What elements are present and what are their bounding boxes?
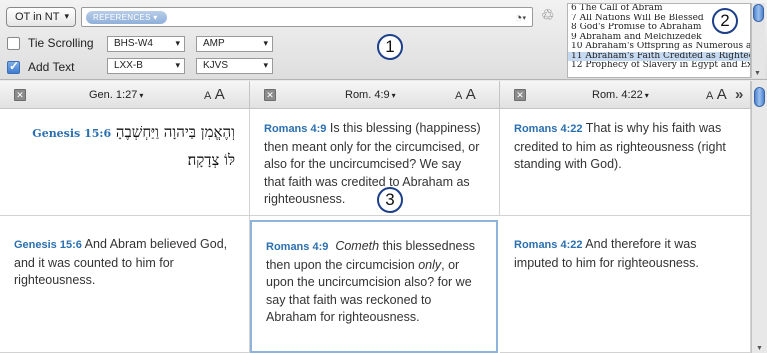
- font-size-control[interactable]: A A: [455, 86, 476, 103]
- version-select-3[interactable]: LXX-B ▾: [107, 58, 185, 74]
- scroll-down-icon[interactable]: ▼: [754, 70, 761, 77]
- verse-reference-select[interactable]: Rom. 4:9 ▾: [345, 89, 396, 101]
- scrollbar-thumb[interactable]: [754, 87, 765, 107]
- more-panes-icon[interactable]: »: [735, 86, 743, 103]
- parallel-panes: ✕ Gen. 1:27 ▾ A A ✕ Rom. 4:9 ▾ A A ✕ Rom. …: [0, 81, 751, 353]
- hebrew-line-2: לּוֹ צְדָקָה׃: [187, 151, 235, 169]
- font-size-control[interactable]: A A: [706, 86, 727, 103]
- scroll-down-icon[interactable]: ▼: [756, 345, 763, 352]
- tie-scrolling-row[interactable]: Tie Scrolling: [7, 35, 94, 51]
- close-icon[interactable]: ✕: [264, 89, 276, 101]
- verse-ref-link[interactable]: Genesis 15:6: [32, 127, 111, 140]
- chevron-down-icon: ▾: [139, 91, 144, 100]
- font-larger-button[interactable]: A: [215, 86, 225, 103]
- callout-badge-1: 1: [377, 34, 403, 60]
- add-text-label: Add Text: [28, 60, 75, 74]
- font-smaller-button[interactable]: A: [706, 90, 713, 102]
- version-select-1[interactable]: BHS-W4 ▾: [107, 36, 185, 52]
- callout-badge-2: 2: [712, 8, 738, 34]
- version-select-1-value: BHS-W4: [114, 38, 153, 49]
- add-text-checkbox[interactable]: [7, 59, 20, 74]
- version-select-2[interactable]: AMP ▾: [196, 36, 273, 52]
- version-select-2-value: AMP: [203, 38, 225, 49]
- pane-header-3: ✕ Rom. 4:22 ▾ A A: [500, 81, 751, 109]
- outline-item-selected[interactable]: 11 Abraham's Faith Credited as Righteou: [568, 51, 750, 61]
- text-cell: Romans 4:22 That is why his faith was cr…: [500, 109, 751, 216]
- hebrew-line-1: וְהֶאֱמִן בַּיהוָה וַיַּחְשְׁבֶהָ Genesi…: [14, 119, 235, 147]
- verse-reference-label: Rom. 4:22: [592, 89, 643, 101]
- chevron-down-icon: ▾: [175, 38, 180, 48]
- chevron-down-icon: ▾: [644, 91, 649, 100]
- outline-item[interactable]: 10 Abraham's Offspring as Numerous as: [568, 42, 750, 52]
- text-cell: Genesis 15:6 And Abram believed God, and…: [0, 216, 250, 353]
- version-select-4-value: KJVS: [203, 60, 229, 71]
- chevron-down-icon: ▾: [391, 91, 396, 100]
- chevron-down-icon: ▾: [175, 60, 180, 70]
- scrollbar-thumb[interactable]: [753, 4, 764, 22]
- verse-ref-link[interactable]: Romans 4:9: [264, 123, 326, 135]
- text-cell: Romans 4:9 Is this blessing (happiness) …: [250, 109, 500, 216]
- verse-ref-link[interactable]: Romans 4:22: [514, 123, 582, 135]
- verse-ref-link[interactable]: Romans 4:9: [266, 241, 328, 253]
- chevron-down-icon: ▾: [263, 38, 268, 48]
- references-pill[interactable]: REFERENCES ▾: [86, 11, 167, 24]
- font-larger-button[interactable]: A: [466, 86, 476, 103]
- text-cell: Romans 4:22 And therefore it was imputed…: [500, 216, 751, 353]
- font-smaller-button[interactable]: A: [204, 90, 211, 102]
- verse-ref-link[interactable]: Romans 4:22: [514, 239, 582, 251]
- hebrew-text: וְהֶאֱמִן בַּיהוָה וַיַּחְשְׁבֶהָ Genesi…: [14, 119, 235, 173]
- verse-reference-select[interactable]: Gen. 1:27 ▾: [89, 89, 143, 101]
- main-scrollbar[interactable]: ▼: [751, 81, 767, 353]
- recycle-icon[interactable]: ♲: [541, 6, 554, 24]
- verse-text-italic: only: [418, 257, 442, 272]
- font-larger-button[interactable]: A: [717, 86, 727, 103]
- verse-ref-link[interactable]: Genesis 15:6: [14, 239, 82, 251]
- close-icon[interactable]: ✕: [14, 89, 26, 101]
- font-size-control[interactable]: A A: [204, 86, 225, 103]
- hebrew-words: וְהֶאֱמִן בַּיהוָה וַיַּחְשְׁבֶהָ: [115, 123, 235, 141]
- verse-reference-label: Rom. 4:9: [345, 89, 390, 101]
- history-clock-icon[interactable]: ◔▾: [515, 10, 526, 25]
- version-select-4[interactable]: KJVS ▾: [196, 58, 273, 74]
- verse-text-italic: Cometh: [335, 239, 380, 253]
- close-icon[interactable]: ✕: [514, 89, 526, 101]
- add-text-row[interactable]: Add Text: [7, 59, 74, 75]
- version-select-3-value: LXX-B: [114, 60, 143, 71]
- search-toolbar: OT in NT ▾ REFERENCES ▾ ◔▾ ♲ Tie Scrolli…: [0, 0, 767, 80]
- font-smaller-button[interactable]: A: [455, 90, 462, 102]
- outline-scrollbar[interactable]: ▼: [751, 3, 765, 78]
- scope-select-value: OT in NT: [15, 11, 60, 23]
- outline-item[interactable]: 12 Prophecy of Slavery in Egypt and Exod: [568, 61, 750, 71]
- tie-scrolling-label: Tie Scrolling: [28, 36, 94, 50]
- pane-header-2: ✕ Rom. 4:9 ▾ A A: [250, 81, 500, 109]
- verse-reference-select[interactable]: Rom. 4:22 ▾: [592, 89, 649, 101]
- scope-select[interactable]: OT in NT ▾: [6, 7, 76, 27]
- text-cell: וְהֶאֱמִן בַּיהוָה וַיַּחְשְׁבֶהָ Genesi…: [0, 109, 250, 216]
- text-cell-focused[interactable]: Romans 4:9 Cometh this blessedness then …: [250, 220, 498, 353]
- search-input[interactable]: REFERENCES ▾ ◔▾: [81, 7, 533, 27]
- references-pill-label: REFERENCES: [93, 13, 151, 22]
- chevron-down-icon: ▾: [64, 11, 69, 21]
- tie-scrolling-checkbox[interactable]: [7, 36, 20, 50]
- pane-header-1: ✕ Gen. 1:27 ▾ A A: [0, 81, 250, 109]
- callout-badge-3: 3: [377, 187, 403, 213]
- verse-reference-label: Gen. 1:27: [89, 89, 138, 101]
- chevron-down-icon: ▾: [263, 60, 268, 70]
